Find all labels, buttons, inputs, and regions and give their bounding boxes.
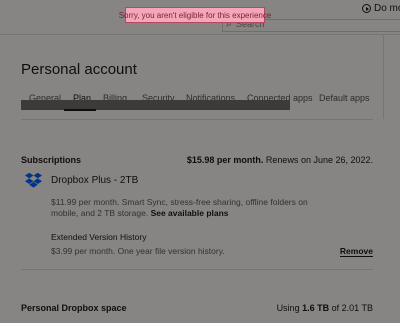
error-toast: Sorry, you aren't eligible for this expe… (119, 7, 271, 23)
dim-overlay (0, 0, 400, 323)
